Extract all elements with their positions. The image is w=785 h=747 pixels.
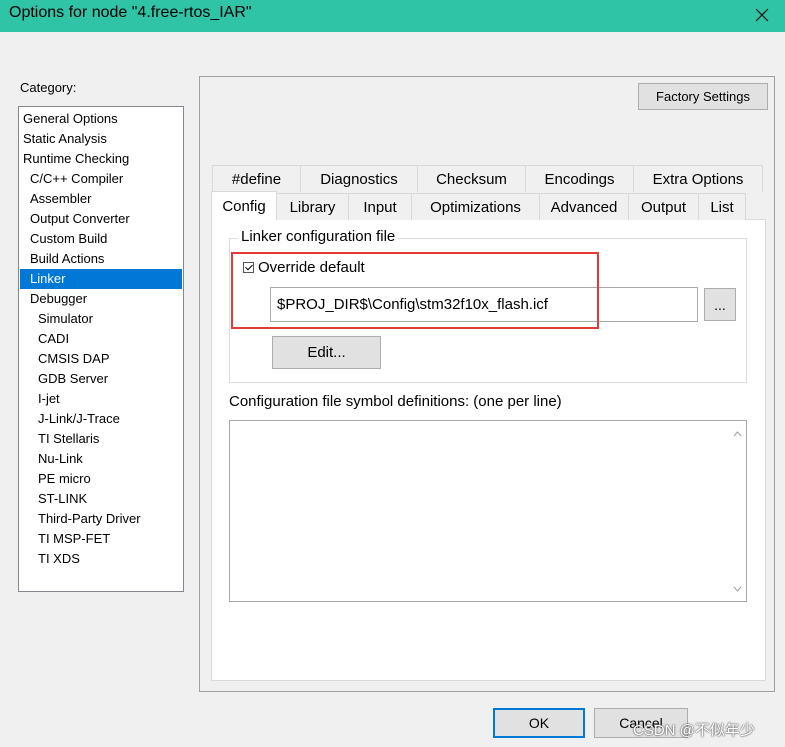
category-item-i-jet[interactable]: I-jet	[19, 389, 179, 409]
options-dialog: Options for node "4.free-rtos_IAR" Categ…	[0, 0, 785, 747]
category-item-gdb-server[interactable]: GDB Server	[19, 369, 179, 389]
category-item-ti-xds[interactable]: TI XDS	[19, 549, 179, 569]
close-button[interactable]	[739, 0, 785, 30]
vertical-scrollbar[interactable]	[729, 421, 746, 601]
browse-button[interactable]: ...	[704, 288, 736, 321]
category-item-assembler[interactable]: Assembler	[19, 189, 179, 209]
tab-define[interactable]: #define	[212, 165, 301, 192]
category-list[interactable]: General Options Static Analysis Runtime Ch…	[18, 106, 184, 592]
category-item-third-party-driver[interactable]: Third-Party Driver	[19, 509, 179, 529]
category-item-simulator[interactable]: Simulator	[19, 309, 179, 329]
category-item-output-converter[interactable]: Output Converter	[19, 209, 179, 229]
category-item-build-actions[interactable]: Build Actions	[19, 249, 179, 269]
category-item-general-options[interactable]: General Options	[19, 109, 179, 129]
category-item-cadi[interactable]: CADI	[19, 329, 179, 349]
linker-config-path-input[interactable]	[270, 287, 698, 322]
factory-settings-button[interactable]: Factory Settings	[638, 83, 768, 110]
category-item-static-analysis[interactable]: Static Analysis	[19, 129, 179, 149]
category-item-j-link-j-trace[interactable]: J-Link/J-Trace	[19, 409, 179, 429]
category-item-nu-link[interactable]: Nu-Link	[19, 449, 179, 469]
scroll-up-arrow-icon[interactable]	[733, 429, 742, 438]
category-item-pe-micro[interactable]: PE micro	[19, 469, 179, 489]
title-bar[interactable]: Options for node "4.free-rtos_IAR"	[0, 0, 785, 32]
symbol-definitions-label: Configuration file symbol definitions: (…	[229, 393, 562, 410]
tab-library[interactable]: Library	[276, 193, 349, 220]
close-icon	[755, 8, 769, 22]
tab-optimizations[interactable]: Optimizations	[411, 193, 540, 220]
tab-advanced[interactable]: Advanced	[539, 193, 629, 220]
category-label: Category:	[20, 80, 77, 95]
tab-list[interactable]: List	[698, 193, 746, 220]
tab-output[interactable]: Output	[628, 193, 699, 220]
category-item-custom-build[interactable]: Custom Build	[19, 229, 179, 249]
override-default-checkbox[interactable]: Override default	[243, 259, 365, 276]
symbol-definitions-textarea[interactable]	[229, 420, 747, 602]
tab-input[interactable]: Input	[348, 193, 412, 220]
category-item-linker[interactable]: Linker	[20, 269, 182, 289]
category-item-c-c-compiler[interactable]: C/C++ Compiler	[19, 169, 179, 189]
scroll-down-arrow-icon[interactable]	[733, 584, 742, 593]
category-item-st-link[interactable]: ST-LINK	[19, 489, 179, 509]
category-item-cmsis-dap[interactable]: CMSIS DAP	[19, 349, 179, 369]
tab-encodings[interactable]: Encodings	[525, 165, 634, 192]
linker-config-group-title: Linker configuration file	[238, 228, 399, 245]
category-item-ti-stellaris[interactable]: TI Stellaris	[19, 429, 179, 449]
edit-button[interactable]: Edit...	[272, 336, 381, 369]
category-item-ti-msp-fet[interactable]: TI MSP-FET	[19, 529, 179, 549]
category-item-runtime-checking[interactable]: Runtime Checking	[19, 149, 179, 169]
ok-button[interactable]: OK	[493, 708, 585, 738]
tab-config[interactable]: Config	[211, 191, 277, 220]
checkbox-checked-icon[interactable]	[243, 262, 254, 273]
tab-checksum[interactable]: Checksum	[417, 165, 526, 192]
override-default-label: Override default	[258, 259, 365, 276]
tab-extra-options[interactable]: Extra Options	[633, 165, 763, 192]
category-item-debugger[interactable]: Debugger	[19, 289, 179, 309]
window-title: Options for node "4.free-rtos_IAR"	[9, 4, 252, 21]
tab-diagnostics[interactable]: Diagnostics	[300, 165, 418, 192]
watermark: CSDN @不似年少	[633, 722, 755, 739]
